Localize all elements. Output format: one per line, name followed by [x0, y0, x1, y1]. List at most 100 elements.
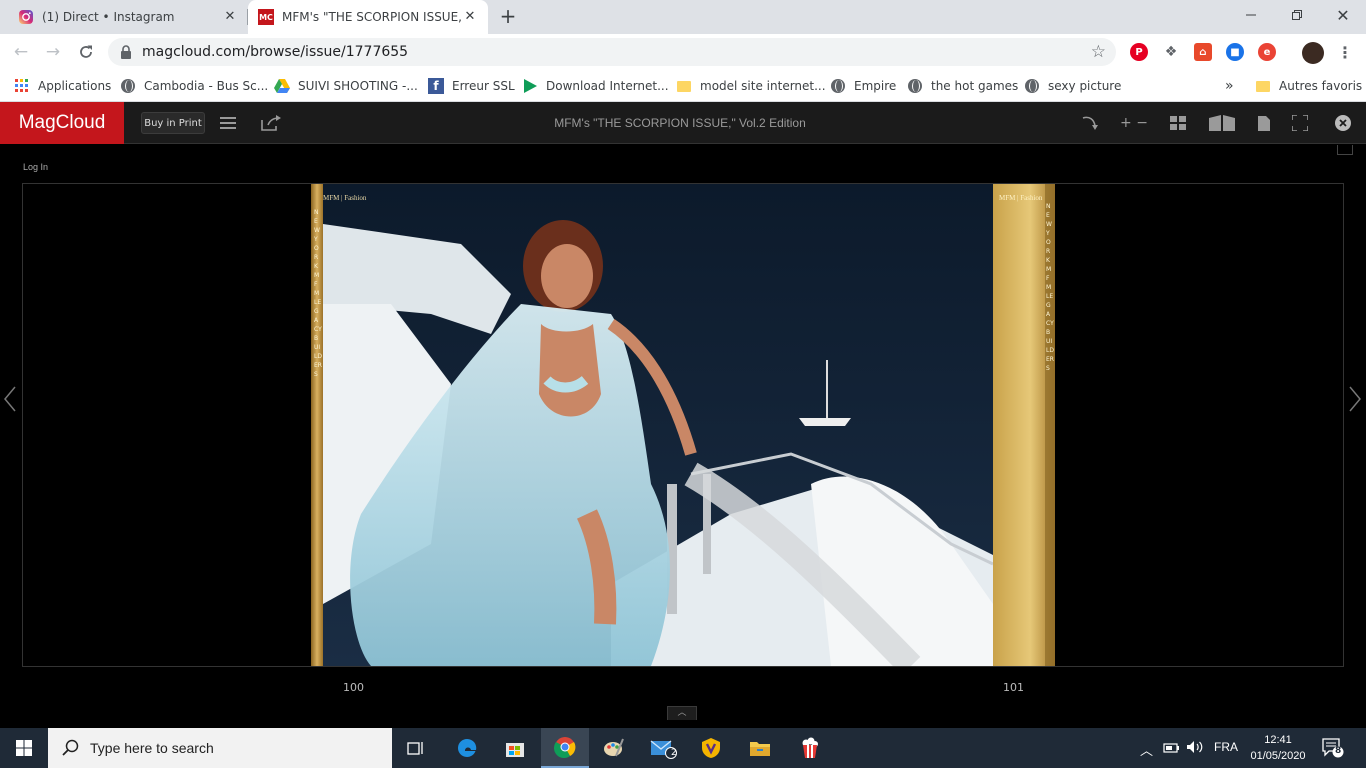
notification-count: 8 [1335, 746, 1342, 756]
bookmark-erreur-ssl[interactable]: f Erreur SSL [428, 76, 515, 96]
mail-icon[interactable]: 2 [639, 728, 687, 768]
input-language[interactable]: FRA [1214, 740, 1238, 754]
magcloud-logo[interactable]: MagCloud [0, 102, 124, 144]
file-explorer-icon[interactable] [736, 728, 784, 768]
windows-logo-icon [16, 740, 32, 756]
play-icon [522, 78, 538, 94]
clock-time: 12:41 [1264, 734, 1292, 746]
chevron-up-icon[interactable]: ︿ [1140, 740, 1153, 759]
extension-blue-icon[interactable]: ■ [1226, 43, 1244, 61]
browser-tab-strip: (1) Direct • Instagram ✕ MC MFM's "THE S… [0, 0, 1366, 34]
apps-grid-icon [14, 78, 30, 94]
edge-browser-icon[interactable] [443, 728, 491, 768]
magcloud-header: MagCloud Buy in Print MFM's "THE SCORPIO… [0, 102, 1366, 144]
bookmark-sexy-picture[interactable]: sexy picture [1024, 76, 1121, 96]
extension-icon[interactable]: ⌂ [1194, 43, 1212, 61]
google-drive-icon [274, 78, 290, 94]
buy-in-print-button[interactable]: Buy in Print [141, 112, 205, 134]
bookmark-cambodia[interactable]: Cambodia - Bus Sc... [120, 76, 268, 96]
grid-view-icon[interactable] [1168, 113, 1188, 133]
taskbar-search-box[interactable]: Type here to search [48, 728, 392, 768]
bookmark-label: SUIVI SHOOTING -... [298, 79, 418, 93]
restore-button[interactable] [1274, 0, 1320, 30]
instagram-icon [18, 9, 34, 25]
pinterest-icon[interactable]: P [1130, 43, 1148, 61]
forward-button[interactable]: → [41, 40, 65, 64]
globe-icon [1024, 78, 1040, 94]
close-tab-icon[interactable]: ✕ [462, 9, 478, 25]
microsoft-store-icon[interactable] [491, 728, 539, 768]
bookmark-the-hot-games[interactable]: the hot games [907, 76, 1018, 96]
right-page-header: MFM | Fashion [999, 194, 1043, 202]
hamburger-menu-icon[interactable] [220, 115, 236, 131]
action-center-icon[interactable]: 8 [1322, 738, 1344, 758]
popcorn-time-icon[interactable] [786, 728, 834, 768]
zoom-controls[interactable]: + − [1120, 113, 1148, 133]
fullscreen-icon[interactable] [1290, 113, 1310, 133]
bookmark-download-internet[interactable]: Download Internet... [522, 76, 669, 96]
scroll-up-tab[interactable] [1337, 145, 1353, 155]
profile-avatar[interactable] [1302, 42, 1324, 64]
reload-button[interactable] [74, 40, 98, 64]
magazine-spread[interactable]: MFM | Fashion MFM | Fashion NEW YORK MFM… [311, 184, 1055, 666]
menu-kebab-icon[interactable]: ⋮ [1336, 43, 1354, 62]
back-button[interactable]: ← [9, 40, 33, 64]
tab-instagram[interactable]: (1) Direct • Instagram ✕ [8, 0, 248, 34]
next-page-arrow[interactable] [1348, 386, 1362, 412]
minimize-button[interactable] [1228, 0, 1274, 30]
search-placeholder: Type here to search [90, 740, 214, 756]
vpn-shield-icon[interactable] [687, 728, 735, 768]
bookmark-label: Applications [38, 79, 112, 93]
previous-page-arrow[interactable] [3, 386, 17, 412]
bookmark-empire[interactable]: Empire [830, 76, 896, 96]
close-viewer-icon[interactable] [1334, 113, 1352, 133]
dropbox-icon[interactable]: ❖ [1162, 43, 1180, 61]
two-page-view-icon[interactable] [1208, 113, 1236, 133]
bookmark-label: the hot games [931, 79, 1019, 93]
task-view-icon[interactable] [392, 728, 440, 768]
bookmark-star-icon[interactable]: ☆ [1091, 42, 1106, 62]
globe-icon [907, 78, 923, 94]
paint-icon[interactable] [589, 728, 637, 768]
browser-toolbar: ← → magcloud.com/browse/issue/1777655 ☆ … [0, 34, 1366, 70]
bookmark-label: Cambodia - Bus Sc... [144, 79, 269, 93]
left-page-header: MFM | Fashion [323, 194, 367, 202]
new-tab-button[interactable]: + [496, 5, 520, 29]
bookmark-label: sexy picture [1048, 79, 1122, 93]
chrome-taskbar-icon[interactable] [541, 728, 589, 768]
lock-icon [121, 45, 131, 59]
bookmark-applications[interactable]: Applications [14, 76, 111, 96]
bookmark-other-favorites[interactable]: Autres favoris [1255, 76, 1362, 96]
single-page-view-icon[interactable] [1256, 113, 1272, 133]
login-link[interactable]: Log In [23, 162, 48, 172]
page-number-left: 100 [343, 681, 364, 694]
right-vertical-text: NEW YORK MFM LEGACY BUILDERS [1046, 203, 1054, 372]
close-tab-icon[interactable]: ✕ [222, 9, 238, 25]
volume-icon[interactable] [1186, 740, 1204, 757]
folder-icon [1255, 78, 1271, 94]
facebook-icon: f [428, 78, 444, 94]
url-text: magcloud.com/browse/issue/1777655 [142, 44, 409, 60]
start-button[interactable] [0, 728, 48, 768]
issue-title: MFM's "THE SCORPION ISSUE," Vol.2 Editio… [554, 116, 806, 130]
extension-red-icon[interactable]: e [1258, 43, 1276, 61]
address-bar[interactable]: magcloud.com/browse/issue/1777655 ☆ [108, 38, 1116, 66]
power-network-icon[interactable] [1162, 740, 1180, 757]
bookmark-model-site[interactable]: model site internet... [676, 76, 826, 96]
search-icon [62, 739, 79, 756]
bookmark-label: Autres favoris [1279, 79, 1363, 93]
fashion-photo [311, 184, 1055, 666]
close-window-button[interactable]: ✕ [1320, 0, 1366, 30]
taskbar-clock[interactable]: 12:41 01/05/2020 [1246, 732, 1310, 764]
tab-title: (1) Direct • Instagram [42, 10, 175, 24]
bookmark-suivi-shooting[interactable]: SUIVI SHOOTING -... [274, 76, 418, 96]
clock-date: 01/05/2020 [1250, 750, 1306, 762]
share-icon[interactable] [260, 114, 282, 132]
page-number-right: 101 [1003, 681, 1024, 694]
bookmark-label: Download Internet... [546, 79, 669, 93]
thumbnail-drawer-handle[interactable]: ︿ [667, 706, 697, 720]
bookmark-label: Erreur SSL [452, 79, 515, 93]
rotate-icon[interactable] [1080, 113, 1100, 133]
bookmarks-overflow-button[interactable]: » [1225, 76, 1234, 96]
tab-magcloud[interactable]: MC MFM's "THE SCORPION ISSUE," V ✕ [248, 0, 488, 34]
